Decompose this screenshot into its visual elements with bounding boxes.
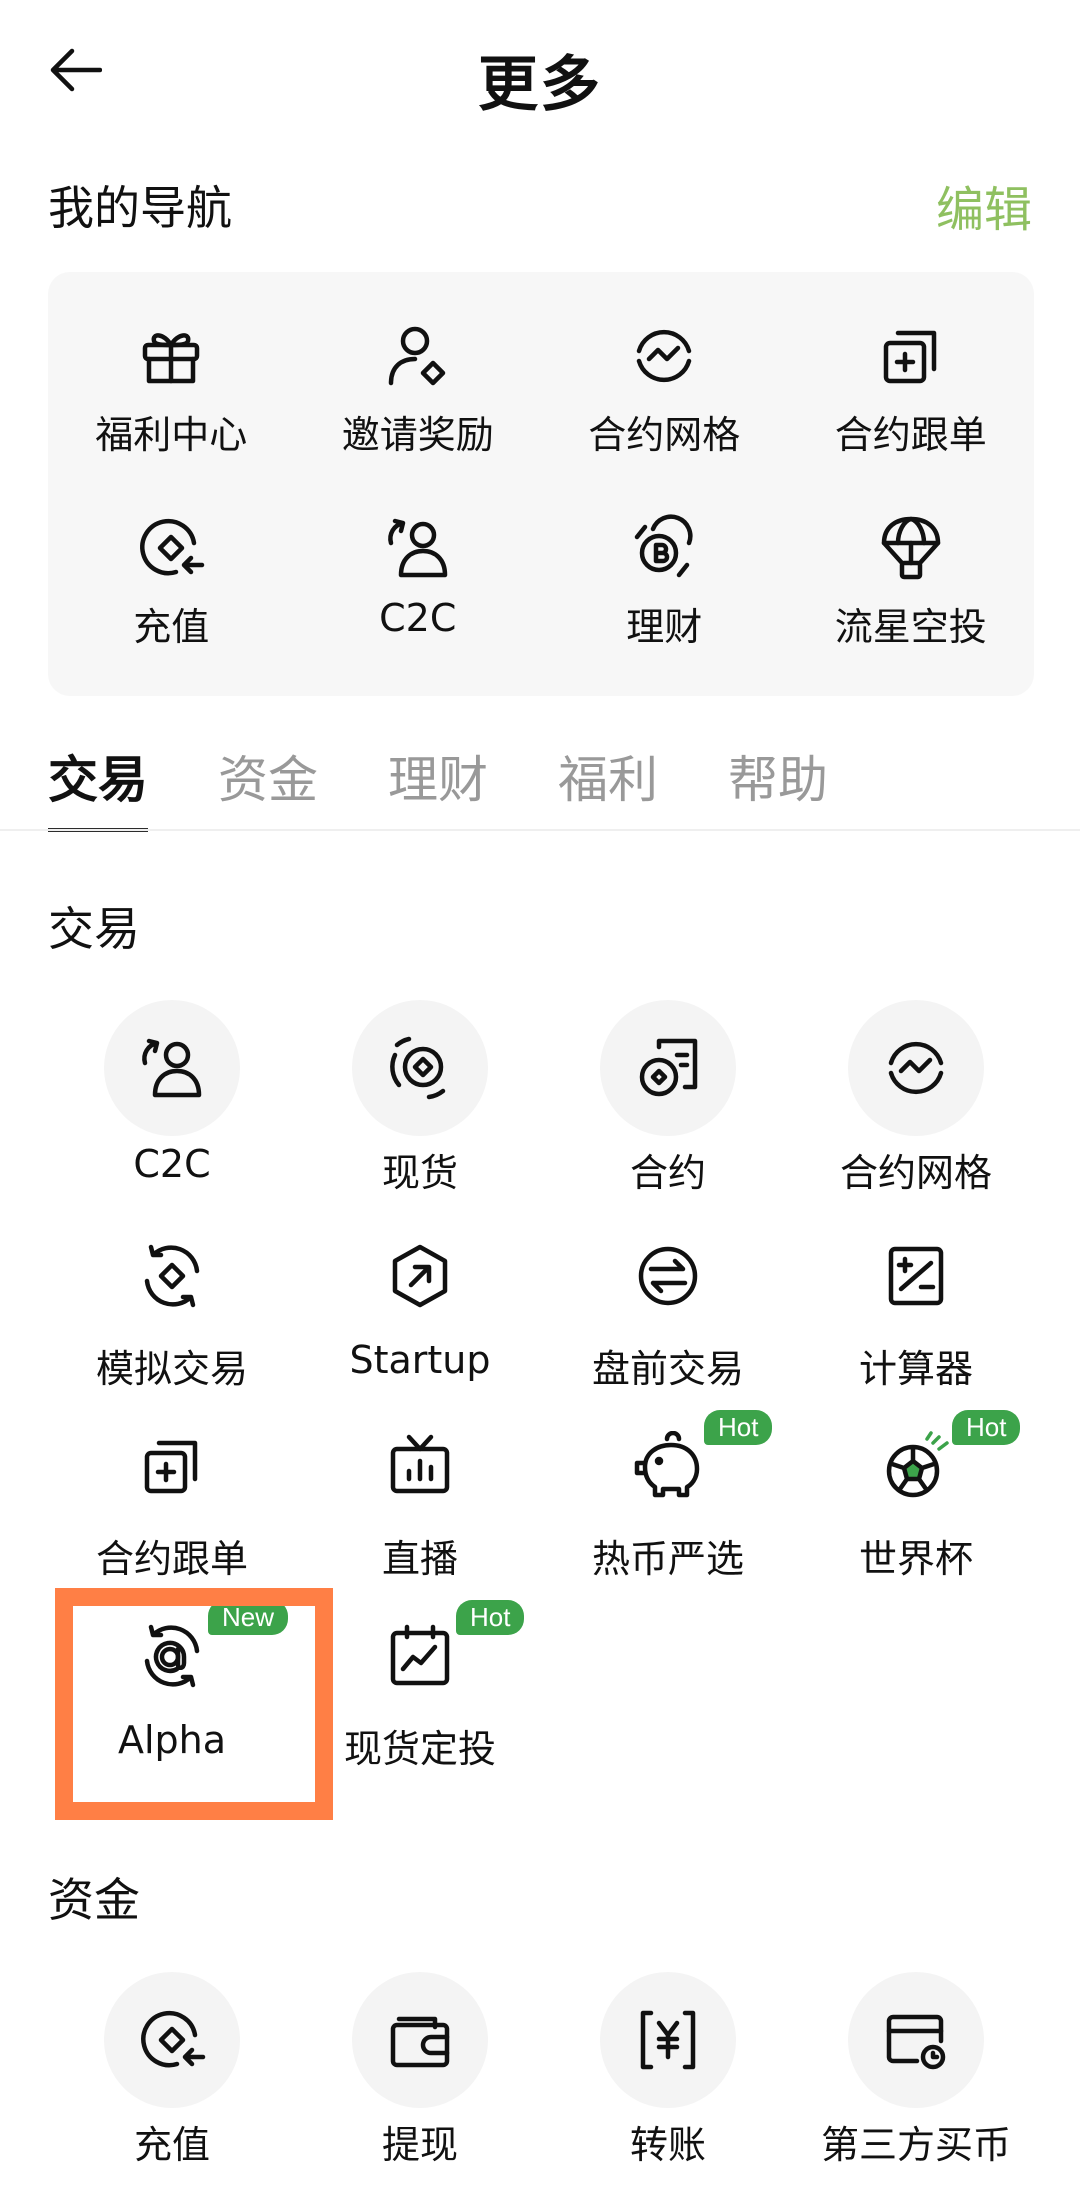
startup-icon [352, 1220, 488, 1332]
premarket-icon [600, 1220, 736, 1332]
trade-item-premarket[interactable]: 盘前交易 [544, 1220, 792, 1410]
funds-grid: 充值 提现 转账 第三方买币 [48, 1972, 1040, 2192]
card-buy-icon [848, 1972, 984, 2108]
nav-item-label: 福利中心 [95, 413, 248, 457]
nav-item-label: 合约网格 [588, 413, 741, 457]
transfer-yen-icon [600, 1972, 736, 2108]
hot-badge: Hot [952, 1410, 1021, 1445]
gift-icon [135, 320, 207, 392]
trade-item-spot-dca[interactable]: 现货定投 Hot [296, 1600, 544, 1790]
nav-item-finance[interactable]: 理财 [541, 464, 788, 656]
funds-item-label: 转账 [629, 2123, 706, 2167]
nav-item-label: 合约跟单 [834, 413, 987, 457]
deposit-icon [135, 512, 207, 584]
c2c-icon [104, 1000, 240, 1136]
trade-item-label: 直播 [381, 1537, 458, 1581]
category-tabs: 交易 资金 理财 福利 帮助 [48, 740, 828, 832]
finance-coin-icon [628, 512, 700, 584]
trade-item-label: Startup [349, 1338, 491, 1382]
tab-funds[interactable]: 资金 [218, 740, 318, 832]
trade-item-label: 合约网格 [839, 1151, 992, 1195]
copy-plus-icon [104, 1410, 240, 1522]
funds-section-title: 资金 [48, 1873, 140, 1927]
trade-item-label: 现货 [381, 1151, 458, 1195]
tab-finance[interactable]: 理财 [388, 740, 488, 832]
my-nav-header: 我的导航 编辑 [48, 170, 1032, 240]
trade-item-startup[interactable]: Startup [296, 1220, 544, 1410]
wallet-icon [352, 1972, 488, 2108]
nav-item-welfare-center[interactable]: 福利中心 [48, 272, 295, 464]
funds-item-label: 提现 [381, 2123, 458, 2167]
demo-trade-icon [104, 1220, 240, 1332]
nav-item-label: 充值 [133, 605, 210, 649]
nav-item-deposit[interactable]: 充值 [48, 464, 295, 656]
trade-item-label: 盘前交易 [591, 1347, 744, 1391]
tab-welfare[interactable]: 福利 [558, 740, 658, 832]
funds-item-deposit[interactable]: 充值 [48, 1972, 296, 2192]
trade-item-label: 世界杯 [858, 1537, 973, 1581]
trade-item-label: 合约 [629, 1151, 706, 1195]
trade-item-demo-trading[interactable]: 模拟交易 [48, 1220, 296, 1410]
tab-help[interactable]: 帮助 [728, 740, 828, 832]
invite-user-icon [382, 320, 454, 392]
nav-item-label: 理财 [626, 605, 703, 649]
copy-plus-icon [875, 320, 947, 392]
funds-item-label: 第三方买币 [820, 2123, 1011, 2167]
my-nav-panel: 福利中心 邀请奖励 合约网格 合约跟单 充值 C2C 理财 流星空投 [48, 272, 1034, 696]
funds-item-label: 充值 [133, 2123, 210, 2167]
hot-badge: Hot [704, 1410, 773, 1445]
my-nav-title: 我的导航 [48, 181, 232, 235]
nav-item-invite-rewards[interactable]: 邀请奖励 [295, 272, 542, 464]
trade-item-label: 热币严选 [591, 1537, 744, 1581]
funds-item-third-party-buy[interactable]: 第三方买币 [792, 1972, 1040, 2192]
futures-icon [600, 1000, 736, 1136]
tab-trade[interactable]: 交易 [48, 740, 148, 832]
parachute-icon [875, 512, 947, 584]
trade-item-calculator[interactable]: 计算器 [792, 1220, 1040, 1410]
nav-item-label: C2C [379, 596, 457, 640]
deposit-icon [104, 1972, 240, 2108]
trade-item-c2c[interactable]: C2C [48, 1000, 296, 1220]
trade-item-label: 计算器 [858, 1347, 973, 1391]
grid-wave-icon [628, 320, 700, 392]
nav-item-label: 邀请奖励 [341, 413, 494, 457]
trade-item-label: C2C [133, 1142, 211, 1186]
trade-item-copy-trading[interactable]: 合约跟单 [48, 1410, 296, 1600]
header: 更多 [0, 0, 1080, 150]
grid-wave-icon [848, 1000, 984, 1136]
live-tv-icon [352, 1410, 488, 1522]
alpha-highlight-box [55, 1588, 333, 1820]
trade-item-futures-grid[interactable]: 合约网格 [792, 1000, 1040, 1220]
nav-item-futures-grid[interactable]: 合约网格 [541, 272, 788, 464]
trade-item-spot[interactable]: 现货 [296, 1000, 544, 1220]
c2c-icon [382, 512, 454, 584]
trade-item-world-cup[interactable]: 世界杯 Hot [792, 1410, 1040, 1600]
trade-item-label: 合约跟单 [95, 1537, 248, 1581]
trade-item-live[interactable]: 直播 [296, 1410, 544, 1600]
nav-item-copy-trading[interactable]: 合约跟单 [788, 272, 1035, 464]
nav-item-airdrop[interactable]: 流星空投 [788, 464, 1035, 656]
trade-item-hot-coins[interactable]: 热币严选 Hot [544, 1410, 792, 1600]
edit-button[interactable]: 编辑 [936, 170, 1032, 240]
trade-item-label: 模拟交易 [95, 1347, 248, 1391]
nav-item-label: 流星空投 [834, 605, 987, 649]
trade-item-futures[interactable]: 合约 [544, 1000, 792, 1220]
trade-section-title: 交易 [48, 902, 140, 956]
spot-icon [352, 1000, 488, 1136]
nav-item-c2c[interactable]: C2C [295, 464, 542, 656]
funds-item-transfer[interactable]: 转账 [544, 1972, 792, 2192]
funds-item-withdraw[interactable]: 提现 [296, 1972, 544, 2192]
trade-item-label: 现货定投 [343, 1727, 496, 1771]
tabs-divider [0, 829, 1080, 831]
page-title: 更多 [478, 50, 602, 120]
hot-badge: Hot [456, 1600, 525, 1635]
calculator-icon [848, 1220, 984, 1332]
